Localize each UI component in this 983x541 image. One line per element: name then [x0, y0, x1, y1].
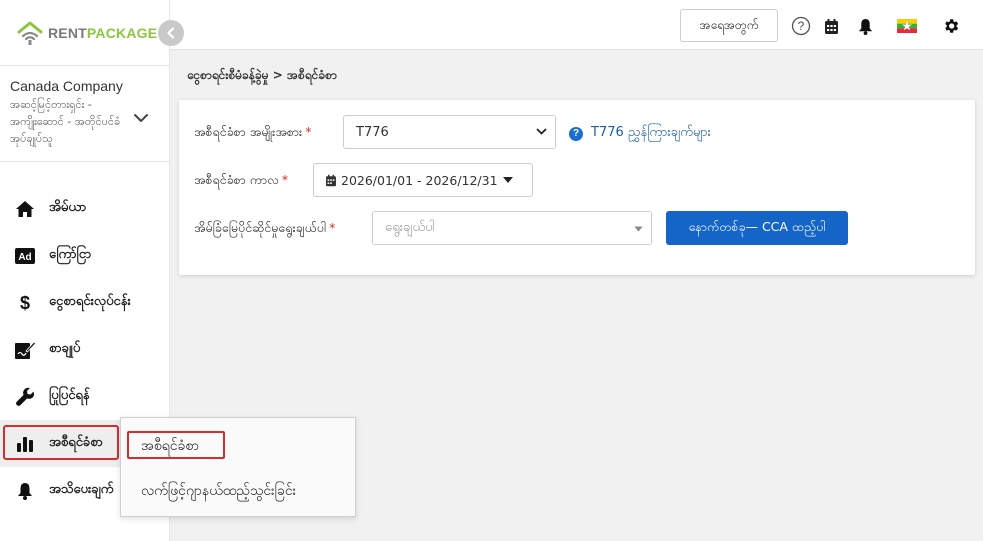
- calendar-icon: [325, 174, 337, 187]
- breadcrumb: ငွေစာရင်းစီမံခန့်ခွဲမှု > အစီရင်ခံစာ: [187, 68, 337, 82]
- svg-text:Ad: Ad: [18, 252, 31, 263]
- caret-down-icon: [634, 221, 643, 236]
- bell-icon: [14, 480, 36, 502]
- wifi-house-logo-icon: [16, 19, 44, 47]
- sidebar-item-accounting[interactable]: $ ငွေစာရင်းလုပ်ငန်း: [0, 279, 170, 326]
- report-type-select[interactable]: T776: [343, 115, 556, 149]
- sidebar-collapse-button[interactable]: [158, 20, 184, 46]
- report-type-label: အစီရင်ခံစာ အမျိုးအစား *: [194, 124, 312, 139]
- company-switcher[interactable]: Canada Company အဆင့်မြင့်တားရှင်း - အကျိ…: [0, 65, 170, 162]
- help-icon[interactable]: ?: [790, 15, 812, 37]
- gear-icon[interactable]: [940, 15, 962, 37]
- logout-button[interactable]: အရေအတွက်: [680, 9, 778, 42]
- company-name: Canada Company: [10, 78, 123, 94]
- sidebar-item-contracts[interactable]: စာချုပ်: [0, 326, 170, 373]
- wrench-icon: [14, 386, 36, 408]
- sidebar-item-repairs[interactable]: ပြုပြင်ရန်: [0, 373, 170, 420]
- contract-icon: [14, 339, 36, 361]
- logo[interactable]: RENTPACKAGE: [16, 18, 157, 48]
- next-add-cca-button[interactable]: နောက်တစ်ခု— CCA ထည့်ပါ: [666, 211, 848, 245]
- svg-text:$: $: [20, 293, 30, 313]
- caret-down-icon: [502, 177, 513, 183]
- dollar-icon: $: [14, 292, 36, 314]
- company-role: အဆင့်မြင့်တားရှင်း - အကျိုးဆောင် - အတိုင…: [10, 98, 121, 145]
- sidebar-item-home[interactable]: အိမ်ယာ: [0, 185, 170, 232]
- reports-submenu: အစီရင်ခံစာ လက်ဖြင့်ဂျာနယ်ထည့်သွင်းခြင်း: [120, 417, 356, 517]
- property-select[interactable]: ရွေးချယ်ပါ: [372, 211, 652, 245]
- active-highlight-box: [3, 425, 119, 460]
- topbar: အရေအတွက် ?: [170, 0, 983, 50]
- bell-icon[interactable]: [854, 15, 876, 37]
- home-icon: [14, 198, 36, 220]
- submenu-item-manual-journal[interactable]: လက်ဖြင့်ဂျာနယ်ထည့်သွင်းခြင်း: [141, 481, 296, 502]
- property-label: အိမ်ခြံမြေပိုင်ဆိုင်မှုရွေးချယ်ပါ *: [194, 220, 336, 235]
- ad-icon: Ad: [14, 245, 36, 267]
- report-form-card: အစီရင်ခံစာ အမျိုးအစား * T776 ? T776 ညွှန်…: [179, 100, 975, 275]
- myanmar-flag-icon[interactable]: [896, 15, 918, 37]
- sidebar-item-ads[interactable]: Ad ကြော်ငြာ: [0, 232, 170, 279]
- calendar-icon[interactable]: [820, 15, 842, 37]
- svg-text:?: ?: [798, 19, 805, 33]
- chevron-left-icon: [166, 24, 176, 43]
- t776-help-link[interactable]: ? T776 ညွှန်ကြားချက်များ: [569, 124, 711, 143]
- report-period-label: အစီရင်ခံစာ ကာလ *: [194, 172, 289, 187]
- chevron-down-icon[interactable]: [134, 108, 148, 127]
- submenu-item-report[interactable]: အစီရင်ခံစာ: [141, 436, 199, 457]
- report-period-picker[interactable]: 2026/01/01 - 2026/12/31: [313, 163, 533, 197]
- question-circle-icon: ?: [569, 126, 583, 141]
- logo-text: RENTPACKAGE: [48, 25, 158, 41]
- chevron-down-icon: [536, 125, 547, 140]
